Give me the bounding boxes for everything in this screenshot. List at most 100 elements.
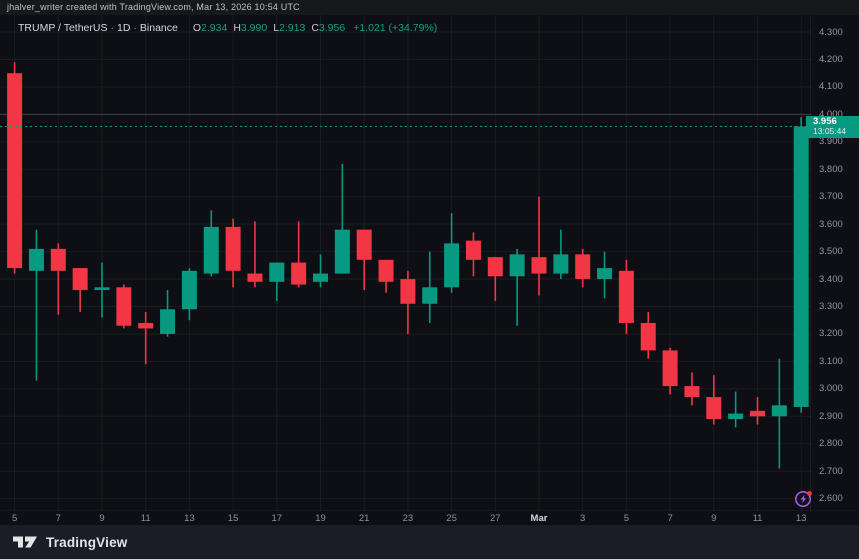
candle-body: [7, 73, 22, 268]
price-tick-label: 2.600: [819, 493, 843, 504]
candle-body: [379, 260, 394, 282]
candle-body: [204, 227, 219, 274]
chart-region: TRUMP / TetherUS·1D·BinanceO2.934H3.990L…: [0, 15, 859, 525]
time-tick-label: 27: [490, 513, 501, 524]
candle-body: [422, 287, 437, 303]
candle-body: [728, 414, 743, 419]
low-value: 2.913: [279, 22, 305, 34]
candle-body: [794, 126, 809, 407]
candle-body: [357, 230, 372, 260]
time-tick-label: 7: [667, 513, 672, 524]
price-tick-label: 3.300: [819, 301, 843, 312]
brand-name[interactable]: TradingView: [46, 535, 127, 550]
exchange-label: Binance: [140, 22, 178, 34]
candle-body: [532, 257, 547, 273]
candle-body: [291, 263, 306, 285]
price-tick-label: 2.900: [819, 411, 843, 422]
price-tick-label: 3.600: [819, 219, 843, 230]
open-letter: O: [193, 22, 201, 34]
instant-data-icon[interactable]: [793, 488, 815, 510]
candle-body: [73, 268, 88, 290]
time-tick-label: 13: [184, 513, 195, 524]
attribution-bar: jhalver_writer created with TradingView.…: [0, 0, 859, 15]
brand-bar: TradingView: [0, 525, 859, 559]
ohlc-values: O2.934H3.990L2.913C3.956: [187, 22, 345, 34]
time-tick-label: 7: [56, 513, 61, 524]
candle-body: [684, 386, 699, 397]
candle-body: [444, 243, 459, 287]
time-tick-label: 5: [624, 513, 629, 524]
price-tick-label: 3.200: [819, 328, 843, 339]
price-tick-label: 2.700: [819, 466, 843, 477]
price-tick-label: 3.700: [819, 191, 843, 202]
price-tick-label: 3.800: [819, 164, 843, 175]
candle-body: [641, 323, 656, 350]
candle-body: [51, 249, 66, 271]
time-tick-label: 3: [580, 513, 585, 524]
candle-body: [138, 323, 153, 328]
close-letter: C: [311, 22, 319, 34]
high-letter: H: [233, 22, 241, 34]
price-tick-label: 3.400: [819, 274, 843, 285]
candle-body: [466, 241, 481, 260]
candle-body: [706, 397, 721, 419]
alert-dot: [807, 491, 812, 496]
candle-body: [750, 411, 765, 416]
time-tick-label: 9: [99, 513, 104, 524]
price-tick-label: 3.000: [819, 383, 843, 394]
symbol-legend[interactable]: TRUMP / TetherUS·1D·BinanceO2.934H3.990L…: [18, 22, 437, 34]
time-tick-label: 11: [141, 513, 151, 524]
close-value: 3.956: [319, 22, 345, 34]
price-tick-label: 3.500: [819, 246, 843, 257]
candle-body: [247, 274, 262, 282]
candle-body: [269, 263, 284, 282]
high-value: 3.990: [241, 22, 267, 34]
price-tick-label: 2.800: [819, 438, 843, 449]
tradingview-logo-icon[interactable]: [13, 534, 38, 550]
time-tick-label: 17: [272, 513, 283, 524]
candle-body: [116, 287, 131, 325]
time-tick-label: 5: [12, 513, 17, 524]
time-tick-label: 13: [796, 513, 807, 524]
time-tick-label: 9: [711, 513, 716, 524]
candle-body: [772, 405, 787, 416]
chart-plot[interactable]: [0, 15, 811, 511]
candle-body: [400, 279, 415, 304]
candle-body: [597, 268, 612, 279]
candle-body: [95, 287, 110, 290]
bar-countdown: 13:05:44: [813, 127, 859, 136]
candle-body: [29, 249, 44, 271]
price-axis[interactable]: 3.956 13:05:44 4.3004.2004.1004.0003.900…: [810, 15, 859, 511]
candle-body: [663, 350, 678, 386]
open-value: 2.934: [201, 22, 227, 34]
attribution-text: jhalver_writer created with TradingView.…: [7, 2, 300, 12]
candle-body: [335, 230, 350, 274]
tradingview-snapshot: jhalver_writer created with TradingView.…: [0, 0, 859, 559]
legend-separator: ·: [130, 22, 140, 34]
candle-body: [510, 254, 525, 276]
change-value: +1.021 (+34.79%): [353, 22, 437, 34]
interval-label[interactable]: 1D: [117, 22, 130, 34]
time-tick-label: 11: [753, 513, 763, 524]
price-tick-label: 4.300: [819, 27, 843, 38]
legend-separator: ·: [107, 22, 117, 34]
candle-body: [313, 274, 328, 282]
candle-body: [160, 309, 175, 334]
price-tick-label: 3.100: [819, 356, 843, 367]
time-tick-label: Mar: [531, 513, 548, 524]
symbol-name[interactable]: TRUMP / TetherUS: [18, 22, 107, 34]
candle-body: [619, 271, 634, 323]
candle-body: [553, 254, 568, 273]
candle-body: [182, 271, 197, 309]
candle-body: [488, 257, 503, 276]
last-price-tag: 3.956 13:05:44: [806, 116, 859, 138]
candle-body: [575, 254, 590, 279]
price-tick-label: 4.100: [819, 81, 843, 92]
time-axis[interactable]: 579111315171921232527Mar35791113: [0, 510, 859, 525]
time-tick-label: 25: [446, 513, 457, 524]
time-tick-label: 23: [403, 513, 414, 524]
price-tick-label: 4.200: [819, 54, 843, 65]
time-tick-label: 19: [315, 513, 326, 524]
time-tick-label: 21: [359, 513, 370, 524]
candle-body: [226, 227, 241, 271]
